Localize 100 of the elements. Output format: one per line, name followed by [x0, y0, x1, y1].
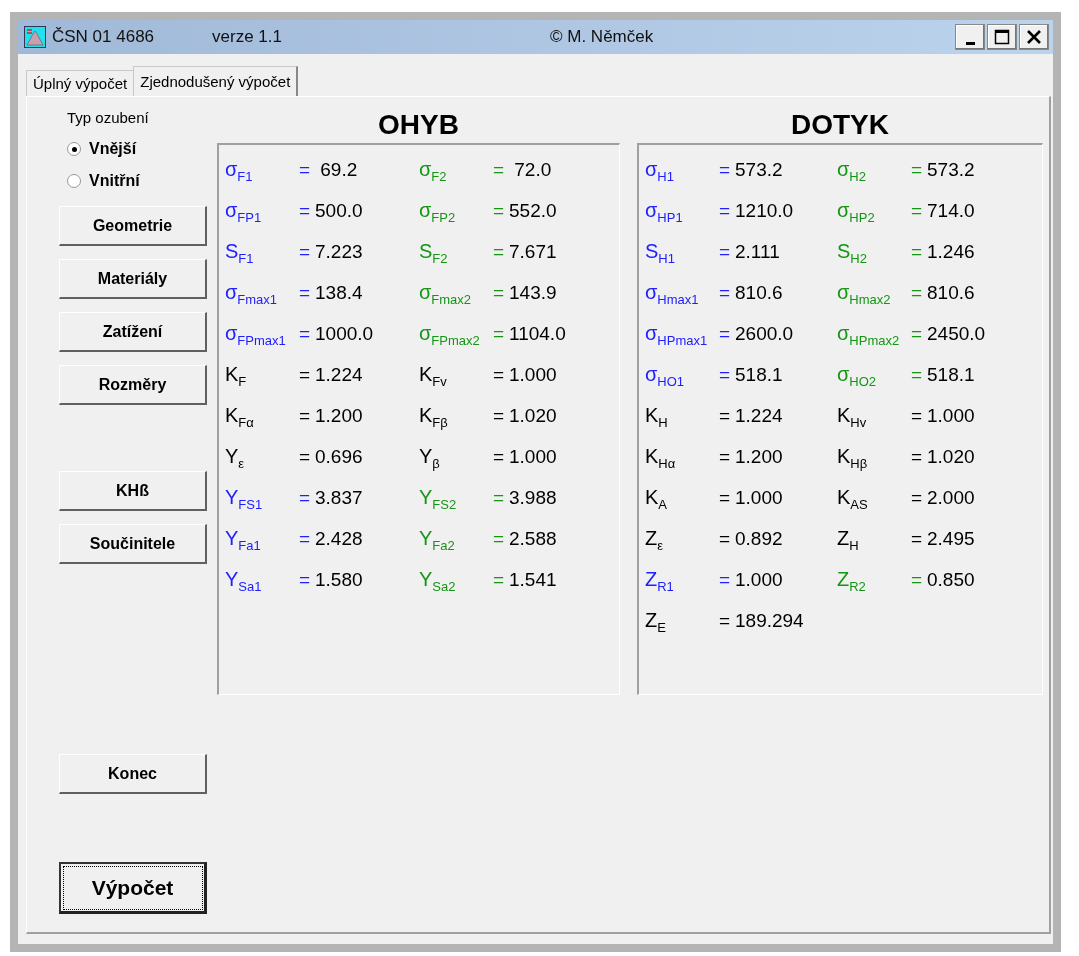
symbol-label: σ$_{Hmax1}$ [645, 281, 700, 304]
minimize-icon [965, 41, 975, 45]
section-title: DOTYK [791, 109, 889, 142]
equals-sign: = [299, 322, 312, 345]
symbol-label: σ$_{FPmax1}$ [225, 322, 287, 345]
equals-sign: = [719, 445, 732, 468]
symbol-label: K$_{Hv}$ [837, 404, 868, 427]
symbol-label: K$_{H}$ [645, 404, 669, 427]
equals-sign: = [719, 568, 732, 591]
maximize-button[interactable] [987, 24, 1017, 50]
equals-sign: = [911, 568, 924, 591]
version-text: verze 1.1 [212, 27, 282, 47]
equals-sign: = [719, 609, 732, 632]
symbol-label: σ$_{HO1}$ [645, 363, 686, 386]
equals-sign: = [493, 240, 506, 263]
value-text: 1.224 [315, 363, 364, 386]
symbol-label: Z$_{H}$ [837, 527, 860, 550]
action-button[interactable]: Konec [59, 754, 207, 794]
equals-sign: = [493, 486, 506, 509]
value-text: 1.000 [509, 363, 558, 386]
value-text: 500.0 [315, 199, 364, 222]
value-text: 2600.0 [735, 322, 795, 345]
symbol-label: S$_{F1}$ [225, 240, 255, 263]
value-text: 573.2 [927, 158, 976, 181]
symbol-label: σ$_{HP1}$ [645, 199, 684, 222]
equals-sign: = [719, 527, 732, 550]
value-text: 2450.0 [927, 322, 987, 345]
symbol-label: K$_{AS}$ [837, 486, 869, 509]
equals-sign: = [299, 568, 312, 591]
equals-sign: = [299, 363, 312, 386]
equals-sign: = [911, 158, 924, 181]
action-button[interactable]: Geometrie [59, 206, 207, 246]
equals-sign: = [911, 404, 924, 427]
symbol-label: σ$_{Hmax2}$ [837, 281, 892, 304]
symbol-label: σ$_{FP1}$ [225, 199, 263, 222]
symbol-label: S$_{H2}$ [837, 240, 868, 263]
equals-sign: = [493, 404, 506, 427]
symbol-label: σ$_{Fmax2}$ [419, 281, 473, 304]
value-text: 810.6 [735, 281, 784, 304]
equals-sign: = [299, 445, 312, 468]
symbol-label: σ$_{F2}$ [419, 158, 448, 181]
value-text: 1.000 [735, 568, 784, 591]
action-button[interactable]: Součinitele [59, 524, 207, 564]
value-text: 7.671 [509, 240, 558, 263]
value-text: 1.200 [735, 445, 784, 468]
equals-sign: = [719, 199, 732, 222]
value-text: 2.495 [927, 527, 976, 550]
equals-sign: = [911, 240, 924, 263]
equals-sign: = [719, 158, 732, 181]
value-text: 72.0 [513, 158, 553, 181]
symbol-label: K$_{F}$ [225, 363, 248, 386]
equals-sign: = [299, 281, 312, 304]
equals-sign: = [299, 199, 312, 222]
radio-button[interactable] [67, 174, 81, 188]
close-button[interactable] [1019, 24, 1049, 50]
symbol-label: σ$_{HO2}$ [837, 363, 878, 386]
equals-sign: = [911, 322, 924, 345]
equals-sign: = [911, 363, 924, 386]
equals-sign: = [493, 322, 506, 345]
value-text: 1210.0 [735, 199, 795, 222]
radio-label: Vnitřní [89, 172, 140, 190]
value-text: 518.1 [735, 363, 784, 386]
symbol-label: K$_{A}$ [645, 486, 668, 509]
action-button[interactable]: Rozměry [59, 365, 207, 405]
symbol-label: Y$_{ε}$ [225, 445, 246, 468]
equals-sign: = [911, 486, 924, 509]
symbol-label: σ$_{HPmax2}$ [837, 322, 901, 345]
equals-sign: = [719, 281, 732, 304]
value-text: 1104.0 [509, 322, 567, 345]
symbol-label: σ$_{HP2}$ [837, 199, 876, 222]
equals-sign: = [911, 527, 924, 550]
gear-type-label: Typ ozubení [67, 109, 149, 126]
symbol-label: σ$_{F1}$ [225, 158, 254, 181]
tab[interactable]: Úplný výpočet [26, 70, 135, 96]
symbol-label: S$_{H1}$ [645, 240, 676, 263]
equals-sign: = [299, 158, 312, 181]
action-button[interactable]: Materiály [59, 259, 207, 299]
value-text: 1000.0 [315, 322, 375, 345]
value-text: 2.588 [509, 527, 558, 550]
equals-sign: = [493, 199, 506, 222]
author-text: © M. Němček [550, 27, 654, 47]
value-text: 1.020 [509, 404, 558, 427]
symbol-label: σ$_{FP2}$ [419, 199, 457, 222]
symbol-label: K$_{Hα}$ [645, 445, 677, 468]
symbol-label: Y$_{FS2}$ [419, 486, 458, 509]
symbol-label: K$_{Fv}$ [419, 363, 448, 386]
equals-sign: = [911, 199, 924, 222]
equals-sign: = [299, 240, 312, 263]
action-button[interactable]: Zatížení [59, 312, 207, 352]
radio-button[interactable] [67, 142, 81, 156]
equals-sign: = [493, 158, 506, 181]
action-button[interactable]: KHß [59, 471, 207, 511]
equals-sign: = [911, 445, 924, 468]
value-text: 518.1 [927, 363, 976, 386]
radio-label: Vnější [89, 140, 137, 158]
tab[interactable]: Zjednodušený výpočet [133, 66, 299, 96]
symbol-label: Y$_{Sa1}$ [225, 568, 263, 591]
action-button[interactable]: Výpočet [59, 862, 207, 914]
value-text: 0.696 [315, 445, 364, 468]
minimize-button[interactable] [955, 24, 985, 50]
